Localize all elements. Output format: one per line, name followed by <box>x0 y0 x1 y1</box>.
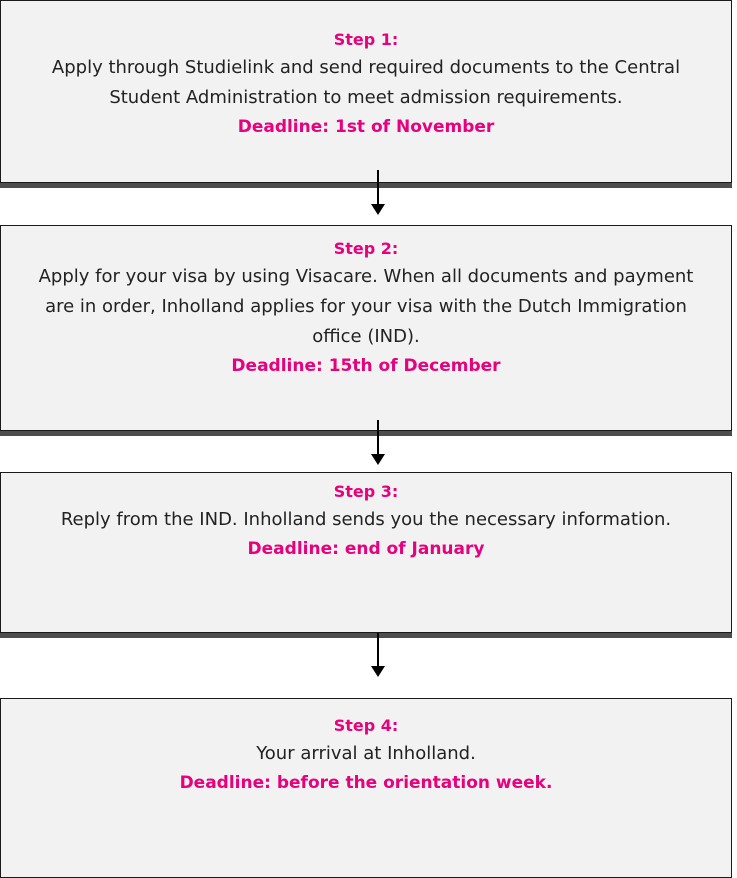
step-4-description: Your arrival at Inholland. <box>256 743 476 764</box>
step-4-title: Step 4: <box>333 716 399 735</box>
arrow-step2-to-step3 <box>371 420 385 465</box>
step-2-deadline: Deadline: 15th of December <box>231 356 501 376</box>
step-3-box: Step 3: Reply from the IND. Inholland se… <box>0 472 732 633</box>
arrow-step1-to-step2 <box>371 170 385 215</box>
step-2-title: Step 2: <box>333 239 399 258</box>
step-4-box: Step 4: Your arrival at Inholland. Deadl… <box>0 698 732 878</box>
step-3-description: Reply from the IND. Inholland sends you … <box>60 509 672 530</box>
step-1-box: Step 1: Apply through Studielink and sen… <box>0 0 732 183</box>
step-1-deadline: Deadline: 1st of November <box>237 117 495 137</box>
step-3-title: Step 3: <box>333 482 399 501</box>
arrow-step3-to-step4 <box>371 633 385 677</box>
step-1-title: Step 1: <box>333 30 399 49</box>
step-2-description: Apply for your visa by using Visacare. W… <box>38 266 694 347</box>
step-3-deadline: Deadline: end of January <box>247 539 485 559</box>
step-4-deadline: Deadline: before the orientation week. <box>179 773 553 793</box>
step-2-box: Step 2: Apply for your visa by using Vis… <box>0 225 732 431</box>
step-1-description: Apply through Studielink and send requir… <box>51 57 681 108</box>
